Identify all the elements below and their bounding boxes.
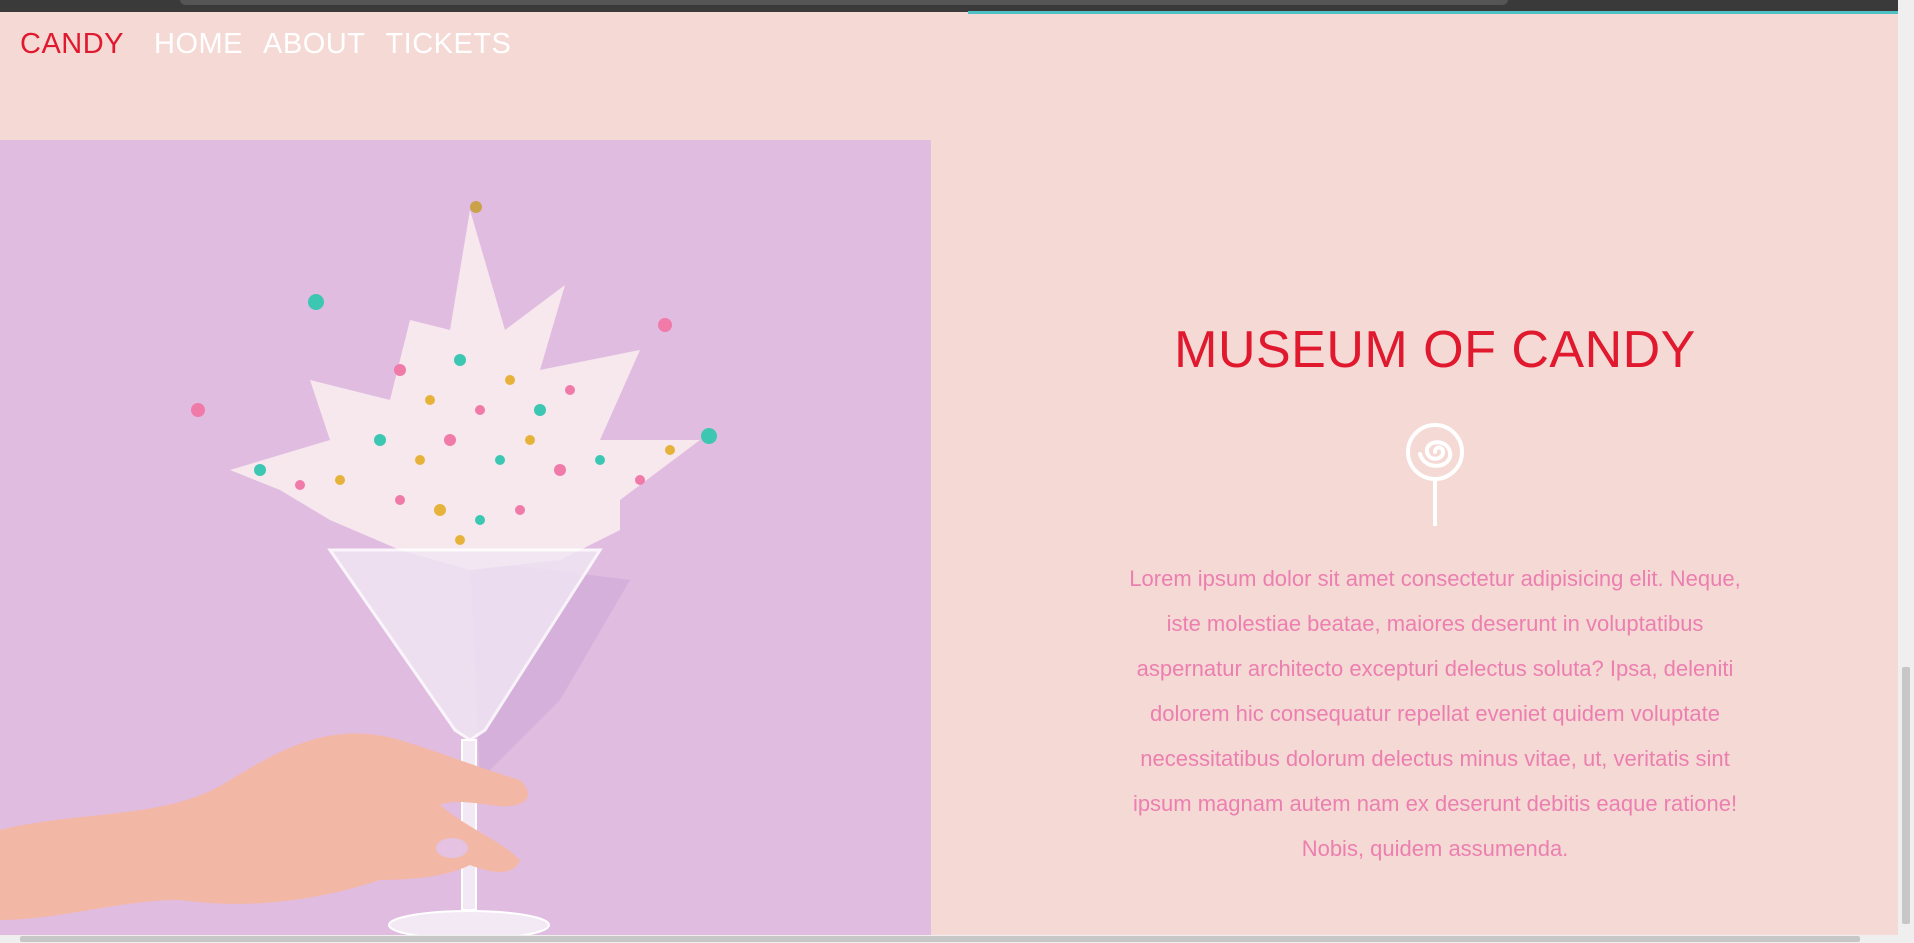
page-title: MUSEUM OF CANDY — [1174, 321, 1696, 379]
brand-logo-link[interactable]: CANDY — [20, 28, 124, 61]
navbar: CANDY HOME ABOUT TICKETS — [0, 14, 1898, 74]
nav-link-tickets[interactable]: TICKETS — [385, 28, 511, 61]
hero-candy-image — [0, 140, 931, 935]
horizontal-scrollbar-thumb[interactable] — [20, 936, 1860, 942]
page-viewport: CANDY HOME ABOUT TICKETS MUSEUM OF CANDY… — [0, 0, 1898, 935]
lollipop-icon — [1406, 423, 1464, 526]
nav-link-about[interactable]: ABOUT — [263, 28, 365, 61]
vertical-scrollbar-thumb[interactable] — [1902, 667, 1910, 924]
horizontal-scrollbar[interactable] — [0, 935, 1914, 943]
nav-link-home[interactable]: HOME — [154, 28, 243, 61]
browser-top-strip — [0, 0, 1898, 14]
nav-links: HOME ABOUT TICKETS — [154, 28, 511, 61]
intro-section: MUSEUM OF CANDY Lorem ipsum dolor sit am… — [1080, 300, 1790, 871]
vertical-scrollbar[interactable] — [1898, 0, 1914, 935]
top-tab-bar — [180, 0, 1508, 5]
sprinkles-glass-illustration — [0, 201, 717, 935]
description-text: Lorem ipsum dolor sit amet consectetur a… — [1129, 566, 1741, 861]
